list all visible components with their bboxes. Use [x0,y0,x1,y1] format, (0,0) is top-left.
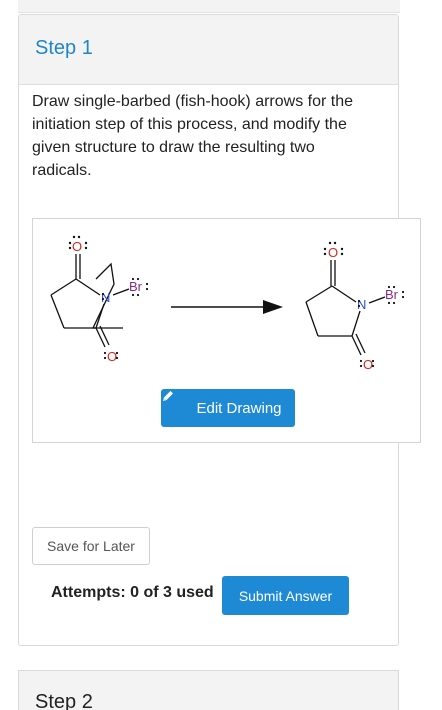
submit-answer-button[interactable]: Submit Answer [222,576,349,615]
save-for-later-button[interactable]: Save for Later [32,527,150,565]
left-bromine: Br [129,279,143,294]
next-step-card[interactable]: Step 2 [18,670,399,710]
pencil-icon [163,391,188,415]
left-nitrogen: N [101,290,110,305]
right-bromine: Br [385,287,399,302]
previous-card-edge [18,0,400,13]
step-header: Step 1 [19,15,398,85]
right-top-oxygen: O [328,245,338,260]
edit-drawing-button[interactable]: Edit Drawing [161,389,295,427]
left-top-oxygen: O [72,239,82,254]
right-nitrogen: N [357,297,366,312]
step-instructions: Draw single-barbed (fish-hook) arrows fo… [32,93,354,179]
step-title: Step 1 [35,37,93,59]
right-bottom-oxygen: O [363,357,373,372]
reaction-arrow [171,300,283,314]
right-molecule: O N Br O [305,241,405,372]
attempts-counter: Attempts: 0 of 3 used [51,584,214,601]
next-step-title: Step 2 [35,691,93,710]
edit-drawing-label: Edit Drawing [196,399,282,417]
left-bottom-oxygen: O [107,349,117,364]
drawing-panel[interactable]: O N Br O O N Br O Edit Drawing [32,218,421,443]
left-molecule: O N Br O [50,235,149,364]
